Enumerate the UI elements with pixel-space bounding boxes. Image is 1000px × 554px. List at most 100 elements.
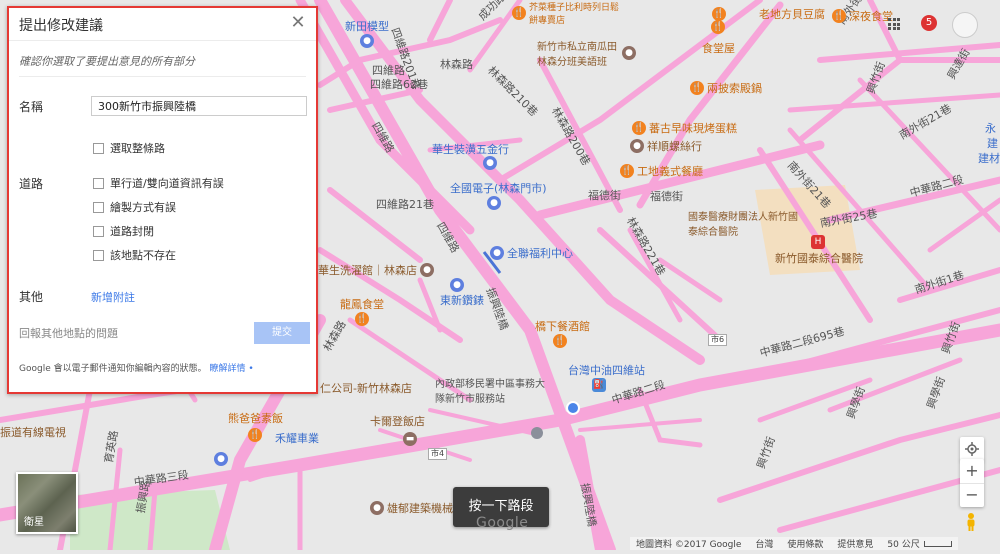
zoom-out-button[interactable]: − bbox=[960, 483, 984, 507]
poi-marker[interactable]: 仁公司-新竹林森店 bbox=[320, 380, 412, 396]
other-label: 其他 bbox=[19, 290, 44, 304]
place-icon: ● bbox=[420, 263, 434, 277]
restaurant-icon: 🍴 bbox=[355, 312, 369, 326]
poi-marker[interactable]: 新田模型 bbox=[345, 18, 389, 34]
poi-marker[interactable]: 全國電子(林森門市) bbox=[450, 180, 547, 196]
poi-marker[interactable]: H bbox=[811, 235, 825, 249]
restaurant-icon: 🍴 bbox=[690, 81, 704, 95]
poi-marker[interactable]: 🍴 芥菜種子比利時列日鬆餅專賣店 bbox=[512, 0, 619, 26]
panel-subtitle: 確認你選取了要提出意見的所有部分 bbox=[19, 55, 195, 68]
poi-marker[interactable]: ● 祥順螺絲行 bbox=[630, 138, 702, 154]
pegman-icon[interactable] bbox=[964, 512, 978, 532]
poi-marker[interactable]: 台灣中油四維站 bbox=[568, 362, 645, 378]
shop-icon: ● bbox=[214, 452, 228, 466]
learn-more-link[interactable]: 瞭解詳情 bbox=[209, 364, 245, 374]
road-option-checkbox[interactable]: 該地點不存在 bbox=[93, 247, 176, 263]
poi-marker[interactable]: ● bbox=[214, 452, 228, 466]
region-link[interactable]: 台灣 bbox=[755, 537, 773, 550]
apps-grid-icon[interactable] bbox=[888, 18, 900, 30]
attribution-bar: 地圖資料 ©2017 Google 台灣 使用條款 提供意見 50 公尺 bbox=[630, 537, 958, 550]
scale-indicator[interactable]: 50 公尺 bbox=[887, 537, 952, 550]
shop-icon: ● bbox=[483, 156, 497, 170]
poi-marker[interactable]: 🍴 bbox=[553, 334, 567, 348]
poi-marker[interactable]: 食堂屋 bbox=[702, 40, 735, 56]
poi-marker[interactable]: 🍴 工地義式餐廳 bbox=[620, 163, 703, 179]
street-label: 四維路62巷 bbox=[370, 78, 428, 91]
poi-marker[interactable]: 永 bbox=[985, 120, 996, 136]
street-label: 建 bbox=[987, 137, 998, 150]
poi-marker[interactable]: ● bbox=[483, 156, 497, 170]
restaurant-icon: 🍴 bbox=[553, 334, 567, 348]
route-shield: 市4 bbox=[428, 448, 448, 460]
restaurant-icon: 🍴 bbox=[632, 121, 646, 135]
crosshair-icon bbox=[965, 442, 979, 456]
select-whole-road-checkbox[interactable]: 選取整條路 bbox=[93, 140, 165, 156]
terms-link[interactable]: 使用條款 bbox=[787, 537, 823, 550]
poi-marker[interactable]: 內政部移民署中區事務大隊新竹市服務站 bbox=[435, 375, 550, 405]
place-icon: ● bbox=[370, 501, 384, 515]
road-option-checkbox[interactable]: 道路封閉 bbox=[93, 223, 154, 239]
report-other-place-link[interactable]: 回報其他地點的問題 bbox=[19, 325, 118, 341]
poi-marker[interactable]: 🍴 深夜食堂 bbox=[832, 8, 893, 24]
shop-icon: ● bbox=[360, 34, 374, 48]
name-field[interactable] bbox=[91, 96, 307, 116]
my-location-button[interactable] bbox=[960, 437, 984, 461]
checkbox-icon[interactable] bbox=[93, 177, 104, 189]
poi-marker[interactable]: ● bbox=[360, 34, 374, 48]
satellite-toggle-button[interactable]: 衛星 bbox=[16, 472, 78, 534]
restaurant-icon: 🍴 bbox=[512, 6, 526, 20]
poi-marker[interactable]: 新竹國泰綜合醫院 bbox=[775, 250, 863, 266]
divider bbox=[19, 76, 306, 77]
poi-marker[interactable]: 橋下餐酒館 bbox=[535, 318, 590, 334]
poi-marker[interactable]: 國泰醫療財團法人新竹國泰綜合醫院 bbox=[688, 208, 804, 238]
checkbox-icon[interactable] bbox=[93, 249, 104, 261]
poi-marker[interactable]: 🍴 bbox=[355, 312, 369, 326]
poi-marker[interactable]: 振道有線電視 bbox=[0, 424, 66, 440]
poi-marker[interactable]: ▬ bbox=[403, 432, 417, 446]
poi-marker[interactable]: ● bbox=[450, 278, 464, 292]
poi-marker[interactable]: 🍴 bbox=[248, 428, 262, 442]
poi-marker[interactable]: 🍴 兩披索殿鍋 bbox=[690, 80, 762, 96]
road-option-checkbox[interactable]: 繪製方式有誤 bbox=[93, 199, 176, 215]
avatar[interactable] bbox=[952, 12, 978, 38]
poi-marker[interactable]: 建材 bbox=[978, 150, 1000, 166]
poi-marker[interactable]: 東新鑽錶 bbox=[440, 292, 484, 308]
scale-bar bbox=[923, 541, 952, 547]
poi-marker[interactable]: 龍鳳食堂 bbox=[340, 296, 384, 312]
checkbox-label: 單行道/雙向道資訊有誤 bbox=[110, 177, 224, 190]
poi-marker[interactable]: ● 雄郁建築機械行 bbox=[370, 500, 464, 516]
add-note-link[interactable]: 新增附註 bbox=[91, 289, 135, 305]
google-logo: Google bbox=[476, 515, 529, 531]
poi-marker[interactable]: 🍴 蕃古早味現烤蛋糕 bbox=[632, 120, 737, 136]
notifications-badge[interactable]: 5 bbox=[921, 15, 937, 31]
checkbox-icon[interactable] bbox=[93, 225, 104, 237]
poi-marker[interactable]: ⛽ bbox=[592, 378, 606, 392]
poi-marker[interactable]: ● bbox=[487, 196, 501, 210]
transit-marker bbox=[531, 427, 543, 439]
poi-marker[interactable]: ● 全聯福利中心 bbox=[490, 245, 573, 261]
poi-marker[interactable]: 🍴 老地方貝豆腐 bbox=[712, 6, 825, 22]
checkbox-icon[interactable] bbox=[93, 201, 104, 213]
checkbox-label: 道路封閉 bbox=[110, 225, 154, 238]
poi-marker[interactable]: 華生洗濯館｜林森店 ● bbox=[318, 262, 434, 278]
road-option-checkbox[interactable]: 單行道/雙向道資訊有誤 bbox=[93, 175, 224, 191]
poi-marker[interactable]: 卡爾登飯店 bbox=[370, 413, 425, 429]
place-icon: ● bbox=[622, 46, 636, 60]
poi-marker[interactable]: 🍴 bbox=[711, 20, 725, 34]
feedback-link[interactable]: 提供意見 bbox=[837, 537, 873, 550]
poi-marker[interactable]: 熊爸爸素飯 bbox=[228, 410, 283, 426]
poi-marker[interactable]: 華生裝潢五金行 bbox=[432, 141, 509, 157]
checkbox-icon[interactable] bbox=[93, 142, 104, 154]
poi-marker[interactable]: 新竹市私立南瓜田林森分班美語班 ● bbox=[537, 38, 636, 68]
poi-marker[interactable]: 禾耀車業 bbox=[275, 430, 319, 446]
restaurant-icon: 🍴 bbox=[248, 428, 262, 442]
close-icon[interactable]: ✕ bbox=[288, 13, 308, 33]
street-label: 四維路21巷 bbox=[376, 198, 434, 211]
panel-title: 提出修改建議 bbox=[19, 18, 103, 34]
checkbox-label: 選取整條路 bbox=[110, 142, 165, 155]
name-label: 名稱 bbox=[19, 100, 44, 114]
restaurant-icon: 🍴 bbox=[711, 20, 725, 34]
zoom-in-button[interactable]: + bbox=[960, 459, 984, 484]
submit-button[interactable]: 提交 bbox=[254, 322, 310, 344]
street-label: 林森路 bbox=[440, 58, 473, 71]
